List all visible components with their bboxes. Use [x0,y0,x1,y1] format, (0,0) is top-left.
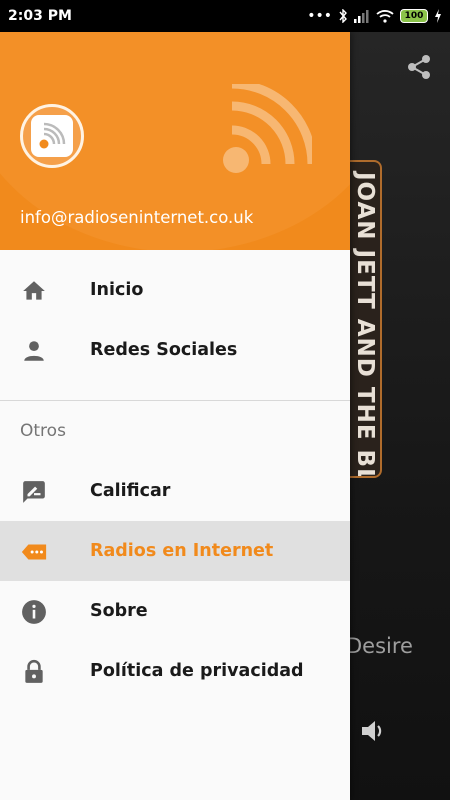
menu-item-redes-sociales[interactable]: Redes Sociales [0,320,350,380]
menu-item-label: Calificar [90,481,171,501]
lock-icon [20,658,48,686]
volume-icon[interactable] [358,716,388,746]
home-icon [20,277,48,305]
header-email[interactable]: info@radioseninternet.co.uk [20,208,253,227]
menu-item-politica-de-privacidad[interactable]: Política de privacidad [0,641,350,701]
drawer-menu: Inicio Redes Sociales Otros Calificar Ra… [0,250,350,701]
menu-item-label: Inicio [90,280,144,300]
share-icon[interactable] [404,52,434,82]
status-icons: ••• 100 [307,8,442,24]
navigation-drawer: info@radioseninternet.co.uk Inicio Redes… [0,32,350,800]
wifi-icon [376,10,394,23]
menu-item-label: Política de privacidad [90,661,304,681]
menu-item-label: Redes Sociales [90,340,238,360]
status-bar: 2:03 PM ••• 100 [0,0,450,32]
section-label-otros: Otros [20,421,66,441]
track-title: Desire [346,634,413,658]
rss-watermark-icon [223,84,312,173]
notification-dots: ••• [307,8,332,24]
status-time: 2:03 PM [8,8,72,24]
menu-item-calificar[interactable]: Calificar [0,461,350,521]
charging-icon [435,9,441,23]
info-icon [20,598,48,626]
menu-item-inicio[interactable]: Inicio [0,260,350,320]
label-icon [20,538,48,566]
battery-indicator: 100 [400,9,428,23]
menu-item-radios-en-internet[interactable]: Radios en Internet [0,521,350,581]
rss-logo-icon [31,115,73,157]
rate-icon [20,478,48,506]
person-icon [20,337,48,365]
menu-item-label: Radios en Internet [90,541,274,561]
menu-item-label: Sobre [90,601,148,621]
app-logo [20,104,84,168]
bluetooth-icon [339,9,347,23]
album-art-text: JOAN JETT AND THE BLACKHEARTS [352,172,378,478]
signal-icon [354,10,369,23]
menu-item-sobre[interactable]: Sobre [0,581,350,641]
drawer-header: info@radioseninternet.co.uk [0,32,350,250]
